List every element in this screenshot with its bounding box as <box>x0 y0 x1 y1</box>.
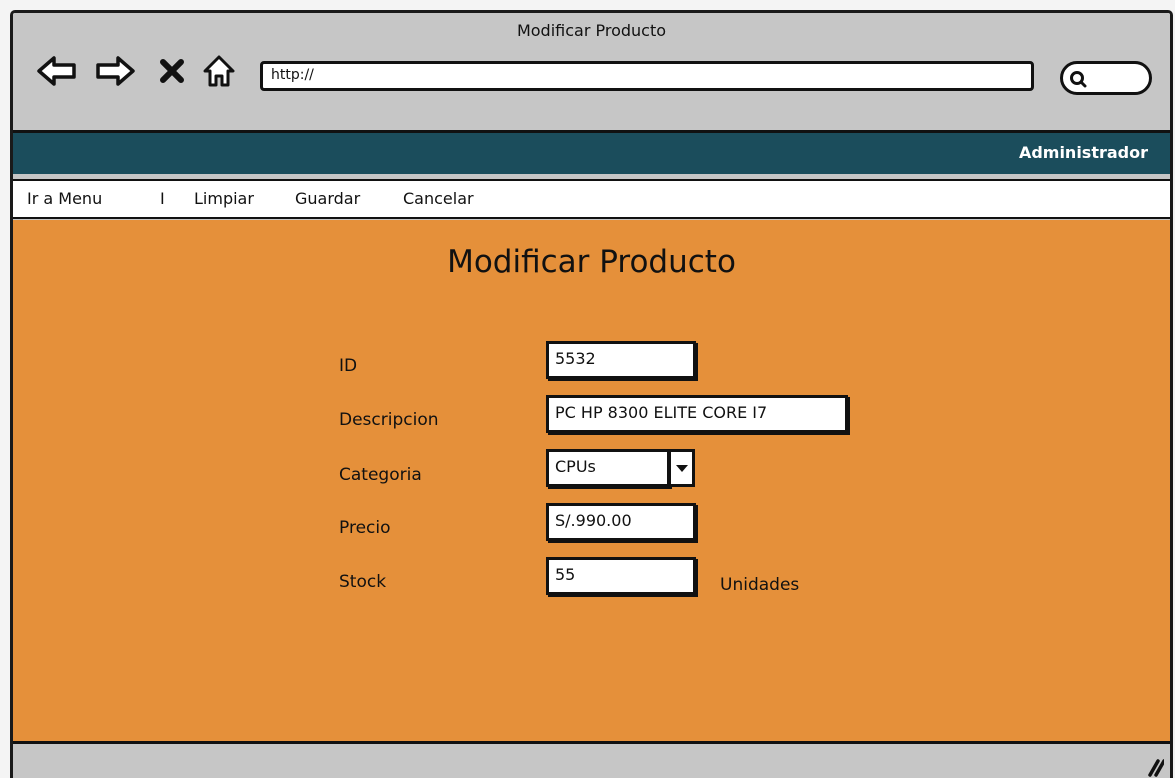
descripcion-label: Descripcion <box>339 410 439 430</box>
url-input[interactable]: http:// <box>260 61 1034 91</box>
window-title: Modificar Producto <box>516 21 667 40</box>
chevron-down-icon[interactable] <box>668 449 695 487</box>
user-name: Administrador <box>1018 143 1148 162</box>
id-input[interactable]: 5532 <box>546 341 696 379</box>
stop-x-icon[interactable] <box>157 53 187 89</box>
descripcion-input[interactable]: PC HP 8300 ELITE CORE I7 <box>546 395 848 433</box>
menu-separator: I <box>160 189 165 208</box>
id-label: ID <box>339 356 358 376</box>
menu-bar: Ir a Menu I Limpiar Guardar Cancelar <box>13 179 1170 219</box>
precio-label: Precio <box>339 518 391 538</box>
search-input[interactable] <box>1060 61 1152 95</box>
home-icon[interactable] <box>199 53 239 89</box>
menu-item-limpiar[interactable]: Limpiar <box>194 189 254 208</box>
resize-grip-icon[interactable] <box>1142 755 1164 777</box>
precio-input[interactable]: S/.990.00 <box>546 503 696 541</box>
form-panel: Modificar Producto ID 5532 Descripcion P… <box>13 220 1170 741</box>
menu-item-cancelar[interactable]: Cancelar <box>403 189 474 208</box>
page-title: Modificar Producto <box>447 244 736 280</box>
back-arrow-icon[interactable] <box>35 53 79 89</box>
forward-arrow-icon[interactable] <box>93 53 137 89</box>
categoria-label: Categoria <box>339 465 422 485</box>
menu-item-ir-a-menu[interactable]: Ir a Menu <box>27 189 102 208</box>
stock-label: Stock <box>339 572 387 592</box>
stock-input[interactable]: 55 <box>546 557 696 595</box>
status-bar <box>13 741 1170 778</box>
app-header: Administrador <box>13 130 1170 174</box>
stock-unit-label: Unidades <box>720 575 800 595</box>
menu-item-guardar[interactable]: Guardar <box>295 189 360 208</box>
browser-window: Modificar Producto http:// Administrador… <box>10 10 1173 778</box>
browser-titlebar: Modificar Producto http:// <box>13 13 1170 127</box>
categoria-select[interactable]: CPUs <box>546 449 670 487</box>
search-icon <box>1070 71 1087 88</box>
